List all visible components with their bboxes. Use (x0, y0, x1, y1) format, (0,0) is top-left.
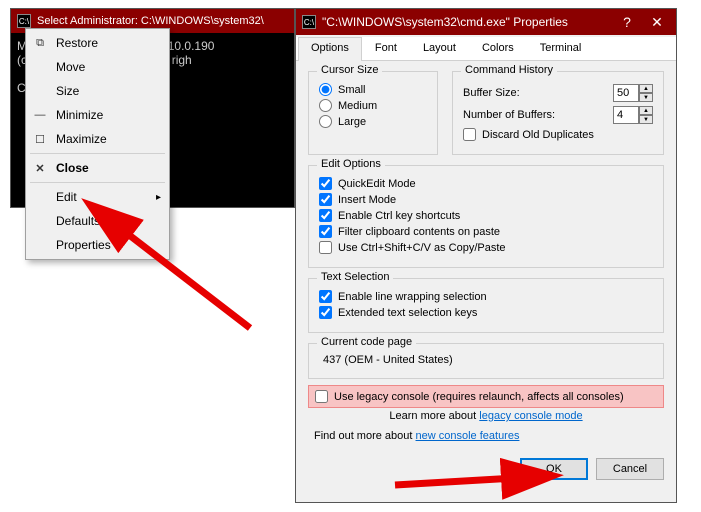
restore-icon: ⧉ (30, 35, 50, 51)
cursor-small-label: Small (338, 84, 366, 96)
minimize-icon: — (30, 107, 50, 123)
code-page-value: 437 (OEM - United States) (319, 352, 653, 368)
properties-title-text: "C:\WINDOWS\system32\cmd.exe" Properties (322, 15, 612, 29)
num-buffers-input[interactable] (613, 106, 639, 124)
ctrl-shortcuts-label: Enable Ctrl key shortcuts (338, 210, 460, 222)
ctrl-shift-cv-label: Use Ctrl+Shift+C/V as Copy/Paste (338, 242, 506, 254)
filter-clipboard-label: Filter clipboard contents on paste (338, 226, 500, 238)
tab-options[interactable]: Options (298, 37, 362, 61)
tab-colors[interactable]: Colors (469, 37, 527, 60)
cmd-icon: C:\ (17, 14, 31, 28)
spin-up-icon[interactable]: ▲ (639, 84, 653, 93)
cmd-icon: C:\ (302, 15, 316, 29)
close-icon: ✕ (30, 160, 50, 176)
menu-size-label: Size (56, 84, 79, 98)
line-wrapping-checkbox[interactable] (319, 290, 332, 303)
tab-layout[interactable]: Layout (410, 37, 469, 60)
menu-properties-label: Properties (56, 238, 111, 252)
tab-strip: Options Font Layout Colors Terminal (296, 37, 676, 61)
menu-restore[interactable]: ⧉ Restore (26, 31, 169, 55)
buffer-size-input[interactable] (613, 84, 639, 102)
text-selection-group: Text Selection Enable line wrapping sele… (308, 278, 664, 333)
cursor-medium-radio[interactable] (319, 99, 332, 112)
cursor-large-label: Large (338, 116, 366, 128)
menu-minimize[interactable]: — Minimize (26, 103, 169, 127)
find-out-line: Find out more about new console features (314, 430, 664, 442)
maximize-icon: ☐ (30, 131, 50, 147)
menu-separator (30, 182, 165, 183)
blank-icon (30, 213, 50, 229)
blank-icon (30, 83, 50, 99)
num-buffers-label: Number of Buffers: (463, 109, 607, 121)
legacy-console-link[interactable]: legacy console mode (479, 410, 582, 422)
menu-separator (30, 153, 165, 154)
menu-defaults-label: Defaults (56, 214, 100, 228)
legacy-console-row: Use legacy console (requires relaunch, a… (308, 385, 664, 408)
command-history-group: Command History Buffer Size: ▲▼ Number o… (452, 71, 664, 155)
extended-selection-label: Extended text selection keys (338, 307, 477, 319)
cursor-large-radio[interactable] (319, 115, 332, 128)
discard-duplicates-checkbox[interactable] (463, 128, 476, 141)
edit-options-title: Edit Options (317, 158, 385, 170)
menu-edit[interactable]: Edit ▸ (26, 185, 169, 209)
cursor-small-radio[interactable] (319, 83, 332, 96)
cursor-medium-label: Medium (338, 100, 377, 112)
menu-maximize[interactable]: ☐ Maximize (26, 127, 169, 151)
extended-selection-checkbox[interactable] (319, 306, 332, 319)
menu-minimize-label: Minimize (56, 108, 103, 122)
menu-defaults[interactable]: Defaults (26, 209, 169, 233)
filter-clipboard-checkbox[interactable] (319, 225, 332, 238)
spin-down-icon[interactable]: ▼ (639, 93, 653, 102)
quickedit-label: QuickEdit Mode (338, 178, 416, 190)
menu-properties[interactable]: Properties (26, 233, 169, 257)
cursor-size-group: Cursor Size Small Medium Large (308, 71, 438, 155)
help-button[interactable]: ? (612, 11, 642, 33)
menu-edit-label: Edit (56, 190, 77, 204)
menu-size[interactable]: Size (26, 79, 169, 103)
ok-button[interactable]: OK (520, 458, 588, 480)
quickedit-checkbox[interactable] (319, 177, 332, 190)
command-history-title: Command History (461, 64, 557, 76)
cmd-title-text: Select Administrator: C:\WINDOWS\system3… (37, 15, 264, 27)
tab-font[interactable]: Font (362, 37, 410, 60)
dialog-buttons: OK Cancel (296, 450, 676, 488)
menu-move-label: Move (56, 60, 85, 74)
buffer-size-label: Buffer Size: (463, 87, 607, 99)
legacy-console-checkbox[interactable] (315, 390, 328, 403)
options-panel: Cursor Size Small Medium Large Command H… (296, 61, 676, 450)
system-menu: ⧉ Restore Move Size — Minimize ☐ Maximize ✕… (25, 28, 170, 260)
num-buffers-spinner[interactable]: ▲▼ (613, 106, 653, 124)
blank-icon (30, 189, 50, 205)
edit-options-group: Edit Options QuickEdit Mode Insert Mode … (308, 165, 664, 268)
spin-down-icon[interactable]: ▼ (639, 115, 653, 124)
menu-close-label: Close (56, 161, 89, 175)
code-page-title: Current code page (317, 336, 416, 348)
chevron-right-icon: ▸ (156, 192, 161, 203)
legacy-console-label: Use legacy console (requires relaunch, a… (334, 391, 624, 403)
tab-terminal[interactable]: Terminal (527, 37, 595, 60)
insert-mode-label: Insert Mode (338, 194, 396, 206)
spin-up-icon[interactable]: ▲ (639, 106, 653, 115)
line-wrapping-label: Enable line wrapping selection (338, 291, 487, 303)
cursor-size-title: Cursor Size (317, 64, 382, 76)
discard-duplicates-label: Discard Old Duplicates (482, 129, 594, 141)
menu-move[interactable]: Move (26, 55, 169, 79)
buffer-size-spinner[interactable]: ▲▼ (613, 84, 653, 102)
menu-close[interactable]: ✕ Close (26, 156, 169, 180)
close-button[interactable]: ✕ (642, 11, 672, 33)
blank-icon (30, 237, 50, 253)
ctrl-shift-cv-checkbox[interactable] (319, 241, 332, 254)
properties-titlebar[interactable]: C:\ "C:\WINDOWS\system32\cmd.exe" Proper… (296, 9, 676, 35)
ctrl-shortcuts-checkbox[interactable] (319, 209, 332, 222)
menu-maximize-label: Maximize (56, 132, 107, 146)
blank-icon (30, 59, 50, 75)
insert-mode-checkbox[interactable] (319, 193, 332, 206)
learn-more-line: Learn more about legacy console mode (308, 410, 664, 422)
properties-dialog: C:\ "C:\WINDOWS\system32\cmd.exe" Proper… (295, 8, 677, 503)
code-page-group: Current code page 437 (OEM - United Stat… (308, 343, 664, 379)
menu-restore-label: Restore (56, 36, 98, 50)
new-console-features-link[interactable]: new console features (416, 430, 520, 442)
cancel-button[interactable]: Cancel (596, 458, 664, 480)
text-selection-title: Text Selection (317, 271, 393, 283)
